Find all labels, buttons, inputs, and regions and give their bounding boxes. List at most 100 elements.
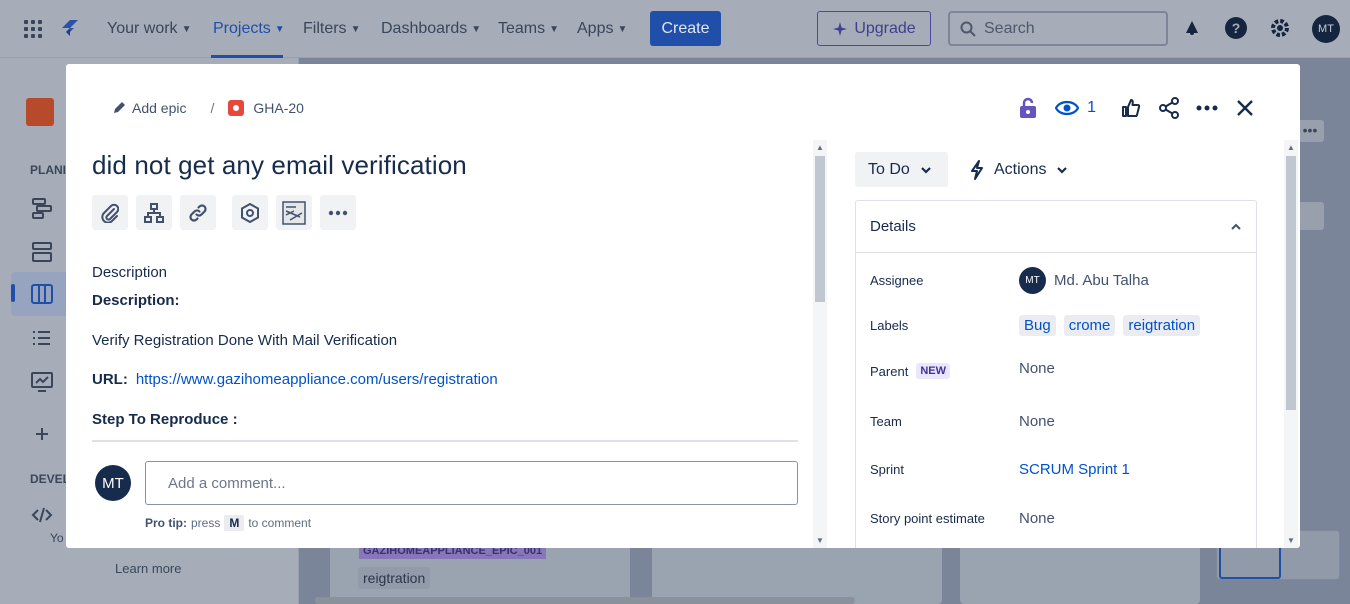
labels-field[interactable]: Bug crome reigtration bbox=[1019, 315, 1201, 336]
assignee-row: Assignee MT Md. Abu Talha bbox=[870, 267, 1250, 294]
breadcrumb-separator: / bbox=[210, 100, 215, 116]
code-icon[interactable] bbox=[30, 503, 54, 527]
assignee-field[interactable]: MT Md. Abu Talha bbox=[1019, 267, 1149, 294]
sidebar-footer-text: Yo bbox=[50, 531, 64, 545]
description-text[interactable]: Verify Registration Done With Mail Verif… bbox=[92, 332, 397, 349]
scrollbar-thumb[interactable] bbox=[815, 156, 825, 302]
label-tag[interactable]: reigtration bbox=[1123, 315, 1201, 336]
restrictions-button[interactable] bbox=[1015, 95, 1041, 121]
issue-key: GHA-20 bbox=[253, 100, 304, 116]
close-icon bbox=[1237, 100, 1253, 116]
app-switcher-icon[interactable] bbox=[24, 20, 42, 38]
upgrade-button[interactable]: Upgrade bbox=[817, 11, 931, 46]
nav-apps-label: Apps bbox=[577, 20, 614, 37]
apps-button[interactable] bbox=[232, 195, 268, 230]
pro-tip-label: Pro tip: bbox=[145, 516, 187, 530]
step-to-reproduce-heading[interactable]: Step To Reproduce : bbox=[92, 411, 238, 428]
watch-count: 1 bbox=[1087, 99, 1096, 116]
settings-gear-icon[interactable] bbox=[1268, 16, 1292, 40]
add-child-issue-button[interactable] bbox=[136, 195, 172, 230]
sprint-field[interactable]: SCRUM Sprint 1 bbox=[1019, 461, 1130, 478]
issue-details-pane: To Do Actions Details Assignee MT Md. Ab… bbox=[855, 140, 1257, 548]
label-tag[interactable]: crome bbox=[1063, 315, 1116, 336]
status-dropdown[interactable]: To Do bbox=[855, 152, 948, 187]
more-options-icon[interactable]: ••• bbox=[1296, 120, 1324, 142]
actions-dropdown[interactable]: Actions bbox=[970, 152, 1068, 187]
close-button[interactable] bbox=[1232, 95, 1258, 121]
sidebar-active-indicator bbox=[11, 284, 15, 302]
label-tag[interactable]: Bug bbox=[1019, 315, 1056, 336]
nav-projects[interactable]: Projects ▼ bbox=[213, 20, 285, 38]
nav-your-work-label: Your work bbox=[107, 20, 178, 37]
link-issue-button[interactable] bbox=[180, 195, 216, 230]
chevron-down-icon: ▼ bbox=[350, 23, 361, 35]
paperclip-icon bbox=[101, 203, 119, 223]
issue-key-link[interactable]: GHA-20 bbox=[228, 100, 304, 116]
sprint-row: Sprint SCRUM Sprint 1 bbox=[870, 461, 1250, 478]
add-epic-link[interactable]: Add epic bbox=[112, 100, 186, 116]
scroll-up-arrow-icon[interactable]: ▲ bbox=[1287, 143, 1295, 152]
eye-icon bbox=[1055, 100, 1080, 116]
chevron-down-icon bbox=[921, 166, 931, 174]
chevron-down-icon: ▼ bbox=[181, 23, 192, 35]
add-shortcut-icon[interactable] bbox=[30, 422, 54, 446]
diagram-app-icon bbox=[282, 200, 306, 225]
svg-text:?: ? bbox=[1232, 20, 1241, 36]
registration-url-link[interactable]: https://www.gazihomeappliance.com/users/… bbox=[136, 371, 498, 388]
description-heading[interactable]: Description: bbox=[92, 292, 180, 309]
issue-title[interactable]: did not get any email verification bbox=[92, 150, 467, 181]
nav-dashboards-label: Dashboards bbox=[381, 20, 468, 37]
unlock-icon bbox=[1020, 97, 1037, 118]
issue-main-pane: did not get any email verification Descr… bbox=[92, 140, 798, 548]
more-actions-button[interactable] bbox=[1194, 95, 1220, 121]
labels-key: Labels bbox=[870, 318, 909, 333]
user-avatar[interactable]: MT bbox=[1312, 15, 1340, 43]
chevron-down-icon: ▼ bbox=[274, 23, 285, 35]
learn-more-link[interactable]: Learn more bbox=[115, 561, 181, 576]
backlog-icon[interactable] bbox=[30, 240, 54, 264]
story-points-field[interactable]: None bbox=[1019, 510, 1055, 527]
nav-teams[interactable]: Teams ▼ bbox=[498, 20, 559, 38]
details-heading: Details bbox=[870, 218, 916, 235]
hexagon-icon bbox=[241, 202, 259, 223]
details-pane-scrollbar[interactable]: ▲ ▼ bbox=[1284, 140, 1298, 548]
main-pane-scrollbar[interactable]: ▲ ▼ bbox=[813, 140, 827, 548]
project-logo[interactable] bbox=[26, 98, 54, 126]
watch-button[interactable]: 1 bbox=[1055, 99, 1096, 117]
nav-filters[interactable]: Filters ▼ bbox=[303, 20, 360, 38]
description-divider bbox=[92, 440, 798, 442]
reports-icon[interactable] bbox=[30, 370, 54, 394]
app-integration-button[interactable] bbox=[276, 195, 312, 230]
timeline-icon[interactable] bbox=[30, 196, 54, 220]
filter-settings-icon[interactable] bbox=[1296, 202, 1324, 230]
jira-logo-icon[interactable] bbox=[58, 16, 82, 40]
nav-dashboards[interactable]: Dashboards ▼ bbox=[381, 20, 481, 38]
share-button[interactable] bbox=[1156, 95, 1182, 121]
assignee-avatar: MT bbox=[1019, 267, 1046, 294]
comment-input[interactable]: Add a comment... bbox=[145, 461, 798, 505]
horizontal-scrollbar[interactable] bbox=[315, 597, 855, 604]
scrollbar-thumb[interactable] bbox=[1286, 156, 1296, 410]
nav-apps[interactable]: Apps ▼ bbox=[577, 20, 627, 38]
comment-placeholder: Add a comment... bbox=[168, 474, 286, 492]
list-icon[interactable] bbox=[30, 326, 54, 350]
team-row: Team None bbox=[870, 413, 1250, 430]
parent-field[interactable]: None bbox=[1019, 360, 1055, 377]
lightning-icon bbox=[971, 159, 983, 180]
team-field[interactable]: None bbox=[1019, 413, 1055, 430]
help-icon[interactable]: ? bbox=[1224, 16, 1248, 40]
board-icon[interactable] bbox=[30, 282, 54, 306]
nav-teams-label: Teams bbox=[498, 20, 546, 37]
notifications-icon[interactable] bbox=[1180, 16, 1204, 40]
nav-your-work[interactable]: Your work ▼ bbox=[107, 20, 191, 38]
scroll-down-arrow-icon[interactable]: ▼ bbox=[816, 536, 824, 545]
like-button[interactable] bbox=[1118, 95, 1144, 121]
create-button[interactable]: Create bbox=[650, 11, 721, 46]
more-toolbar-button[interactable] bbox=[320, 195, 356, 230]
chevron-down-icon: ▼ bbox=[549, 23, 560, 35]
search-input[interactable]: Search bbox=[948, 11, 1168, 46]
attach-button[interactable] bbox=[92, 195, 128, 230]
details-header[interactable]: Details bbox=[856, 201, 1256, 253]
scroll-up-arrow-icon[interactable]: ▲ bbox=[816, 143, 824, 152]
scroll-down-arrow-icon[interactable]: ▼ bbox=[1287, 536, 1295, 545]
